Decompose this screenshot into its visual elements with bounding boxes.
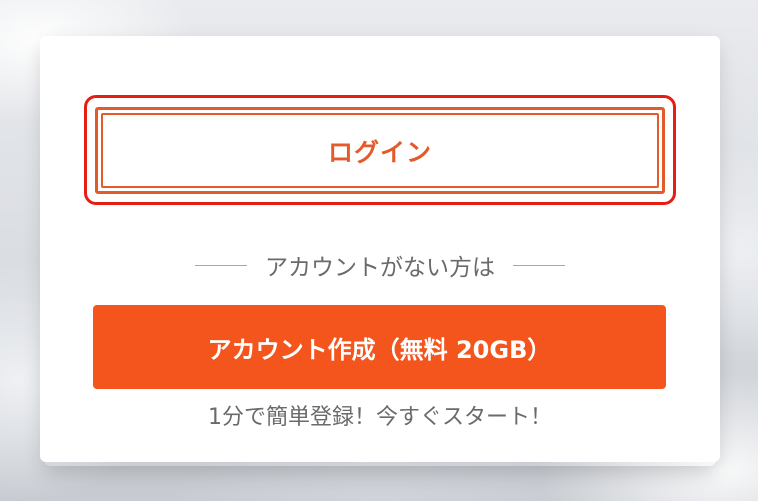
signup-subtext: 1分で簡単登録！今すぐスタート！	[208, 405, 552, 430]
no-account-divider: アカウントがない方は	[95, 248, 665, 282]
divider-text: アカウントがない方は	[265, 255, 495, 281]
create-account-button-label: アカウント作成（無料 20GB）	[207, 335, 552, 364]
divider-line-left	[195, 264, 247, 266]
create-account-button[interactable]: アカウント作成（無料 20GB）	[93, 305, 666, 389]
divider-line-right	[513, 264, 565, 266]
login-button-label: ログイン	[327, 137, 432, 167]
login-button[interactable]: ログイン	[95, 107, 665, 194]
